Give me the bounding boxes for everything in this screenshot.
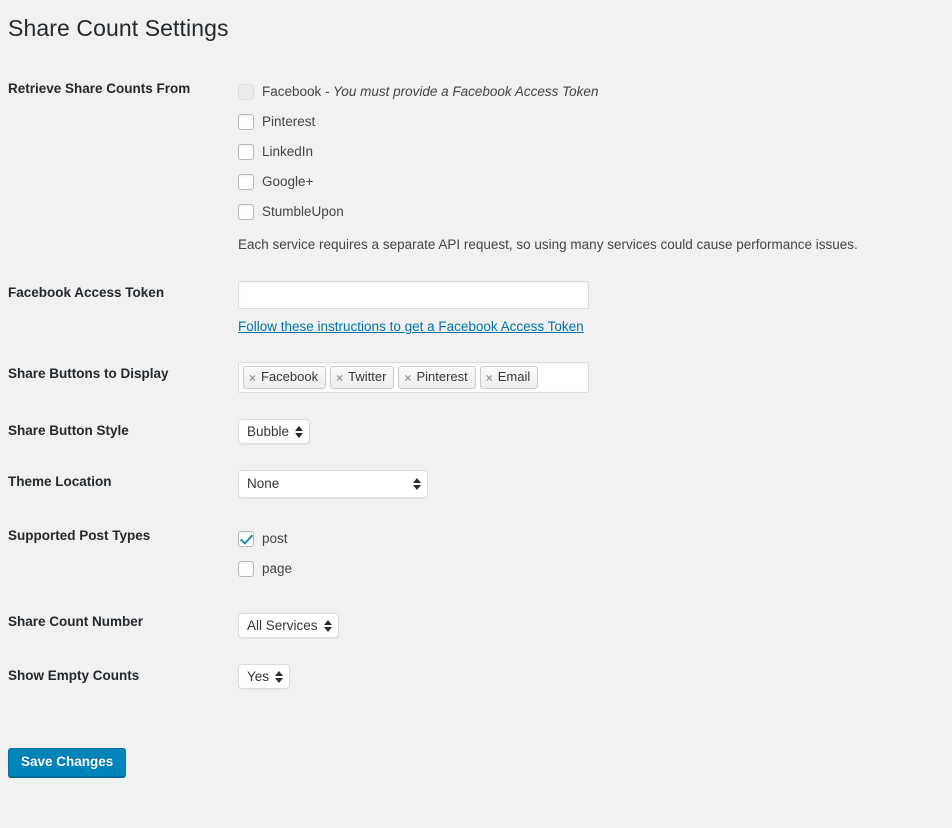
- row-show-empty-counts: Show Empty Counts Yes: [0, 651, 952, 702]
- checkbox-label-facebook: Facebook - You must provide a Facebook A…: [262, 84, 599, 100]
- checkbox-label-post: post: [262, 531, 288, 547]
- checkbox-row-facebook[interactable]: Facebook - You must provide a Facebook A…: [238, 77, 942, 107]
- remove-icon[interactable]: ×: [249, 372, 256, 384]
- remove-icon[interactable]: ×: [486, 372, 493, 384]
- token-pinterest[interactable]: × Pinterest: [398, 366, 476, 390]
- remove-icon[interactable]: ×: [336, 372, 343, 384]
- row-retrieve-share-counts: Retrieve Share Counts From Facebook - Yo…: [0, 64, 952, 268]
- facebook-token-instructions-link[interactable]: Follow these instructions to get a Faceb…: [238, 318, 584, 336]
- checkbox-row-googleplus[interactable]: Google+: [238, 167, 942, 197]
- share-button-style-value: Bubble: [247, 423, 290, 439]
- checkbox-row-post[interactable]: post: [238, 524, 942, 554]
- select-arrows-icon: [275, 670, 284, 684]
- facebook-token-note: - You must provide a Facebook Access Tok…: [321, 84, 599, 100]
- label-facebook-access-token: Facebook Access Token: [8, 285, 165, 301]
- submit-area: Save Changes: [8, 748, 127, 777]
- checkbox-linkedin[interactable]: [238, 144, 254, 160]
- token-label: Pinterest: [416, 369, 468, 385]
- row-supported-post-types: Supported Post Types post page: [0, 511, 952, 597]
- label-share-buttons-to-display: Share Buttons to Display: [8, 366, 169, 382]
- checkbox-label-page: page: [262, 561, 293, 577]
- label-theme-location: Theme Location: [8, 474, 112, 490]
- label-retrieve-share-counts: Retrieve Share Counts From: [8, 81, 191, 96]
- checkbox-row-stumbleupon[interactable]: StumbleUpon: [238, 197, 942, 227]
- field-show-empty-counts: Yes: [238, 651, 952, 702]
- row-share-buttons-to-display: Share Buttons to Display × Facebook × Tw…: [0, 349, 952, 406]
- token-label: Twitter: [348, 369, 387, 385]
- retrieve-share-counts-description: Each service requires a separate API req…: [238, 237, 858, 252]
- field-share-count-number: All Services: [238, 597, 952, 651]
- checkbox-page[interactable]: [238, 561, 254, 578]
- token-email[interactable]: × Email: [479, 366, 539, 390]
- field-share-buttons-to-display: × Facebook × Twitter × Pinterest × Email: [238, 349, 952, 406]
- field-facebook-access-token: Follow these instructions to get a Faceb…: [238, 268, 952, 349]
- theme-location-value: None: [247, 476, 280, 492]
- share-count-number-select[interactable]: All Services: [238, 613, 339, 639]
- share-button-style-select[interactable]: Bubble: [238, 419, 311, 445]
- label-show-empty-counts: Show Empty Counts: [8, 668, 140, 684]
- token-facebook[interactable]: × Facebook: [243, 366, 327, 390]
- field-theme-location: None: [238, 457, 952, 511]
- checkbox-label-linkedin: LinkedIn: [262, 144, 314, 160]
- remove-icon[interactable]: ×: [404, 372, 411, 384]
- share-buttons-token-field[interactable]: × Facebook × Twitter × Pinterest × Email: [238, 362, 589, 394]
- show-empty-counts-value: Yes: [247, 668, 270, 684]
- checkbox-row-linkedin[interactable]: LinkedIn: [238, 137, 942, 167]
- page-title: Share Count Settings: [8, 15, 229, 41]
- theme-location-select[interactable]: None: [238, 470, 428, 499]
- checkbox-label-pinterest: Pinterest: [262, 114, 316, 130]
- checkbox-facebook: [238, 84, 254, 100]
- checkbox-label-googleplus: Google+: [262, 174, 314, 190]
- checkbox-label-stumbleupon: StumbleUpon: [262, 204, 344, 220]
- select-arrows-icon: [323, 619, 332, 633]
- label-share-count-number: Share Count Number: [8, 614, 144, 630]
- token-label: Email: [497, 369, 531, 385]
- checkbox-pinterest[interactable]: [238, 114, 254, 130]
- row-share-button-style: Share Button Style Bubble: [0, 406, 952, 457]
- checkbox-googleplus[interactable]: [238, 174, 254, 190]
- checkbox-row-page[interactable]: page: [238, 554, 942, 584]
- field-retrieve-share-counts: Facebook - You must provide a Facebook A…: [238, 64, 952, 268]
- checkbox-row-pinterest[interactable]: Pinterest: [238, 107, 942, 137]
- label-share-button-style: Share Button Style: [8, 423, 129, 439]
- row-facebook-access-token: Facebook Access Token Follow these instr…: [0, 268, 952, 349]
- settings-page: Share Count Settings Retrieve Share Coun…: [0, 0, 952, 828]
- field-supported-post-types: post page: [238, 511, 952, 597]
- settings-form-table: Retrieve Share Counts From Facebook - Yo…: [0, 64, 952, 702]
- save-changes-button[interactable]: Save Changes: [8, 748, 127, 777]
- field-share-button-style: Bubble: [238, 406, 952, 457]
- label-supported-post-types: Supported Post Types: [8, 528, 151, 544]
- checkbox-stumbleupon[interactable]: [238, 204, 254, 220]
- token-label: Facebook: [261, 369, 319, 385]
- token-twitter[interactable]: × Twitter: [330, 366, 395, 390]
- row-theme-location: Theme Location None: [0, 457, 952, 511]
- show-empty-counts-select[interactable]: Yes: [238, 664, 291, 690]
- select-arrows-icon: [413, 477, 421, 491]
- select-arrows-icon: [295, 425, 304, 439]
- checkbox-post[interactable]: [238, 531, 254, 548]
- share-count-number-value: All Services: [247, 617, 318, 633]
- facebook-access-token-input[interactable]: [238, 281, 589, 310]
- row-share-count-number: Share Count Number All Services: [0, 597, 952, 651]
